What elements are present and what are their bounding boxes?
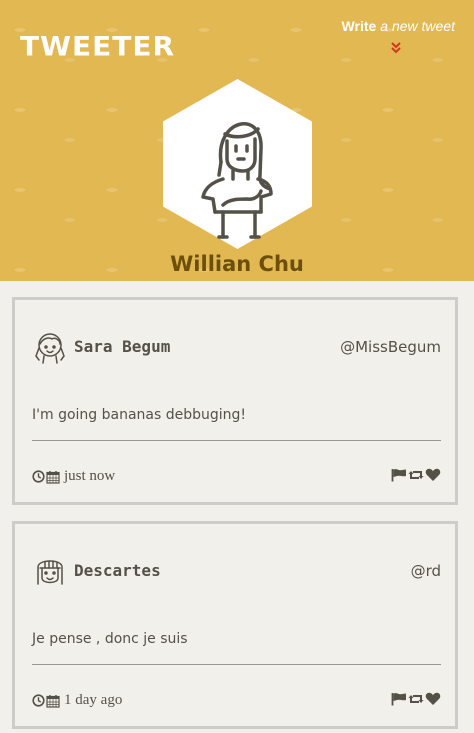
calendar-icon [46, 694, 60, 708]
clock-icon [32, 470, 45, 483]
tweet-divider [32, 664, 441, 665]
write-tweet-link[interactable]: Write a new tweet [342, 18, 455, 34]
tweet-meta: 1 day ago [32, 692, 122, 709]
profile-header: TWEETER Write a new tweet Willian Chu [0, 0, 474, 281]
tweet-time: 1 day ago [64, 692, 123, 708]
calendar-icon [46, 470, 60, 484]
tweet-time: just now [64, 468, 116, 484]
heart-icon[interactable] [425, 692, 441, 706]
clock-icon [32, 694, 45, 707]
write-label: Write [341, 18, 377, 34]
profile-avatar [163, 79, 312, 249]
tweet-meta: just now [32, 468, 115, 485]
tweet-text: I'm going bananas debbuging! [32, 407, 247, 423]
write-rest-label: a new tweet [380, 18, 455, 34]
tweet-text: Je pense , donc je suis [32, 631, 188, 647]
tweet-handle[interactable]: @rd [411, 562, 441, 580]
chevron-down-icon[interactable] [389, 41, 403, 55]
girl-braids-avatar-icon [35, 333, 65, 364]
tweet-actions [391, 692, 441, 706]
tweet-card: Sara Begum @MissBegum I'm going bananas … [12, 297, 458, 505]
retweet-icon[interactable] [408, 468, 424, 482]
tweet-author[interactable]: Descartes [74, 561, 161, 580]
tweet-card: Descartes @rd Je pense , donc je suis 1 … [12, 521, 458, 729]
flag-icon[interactable] [391, 468, 407, 482]
retweet-icon[interactable] [408, 692, 424, 706]
flag-icon[interactable] [391, 692, 407, 706]
tweet-divider [32, 440, 441, 441]
girl-bangs-avatar-icon [37, 560, 63, 585]
tweet-actions [391, 468, 441, 482]
profile-name: Willian Chu [170, 252, 304, 276]
app-logo[interactable]: TWEETER [20, 31, 175, 62]
tweet-handle[interactable]: @MissBegum [340, 338, 441, 356]
heart-icon[interactable] [425, 468, 441, 482]
tweet-author[interactable]: Sara Begum [74, 337, 170, 356]
